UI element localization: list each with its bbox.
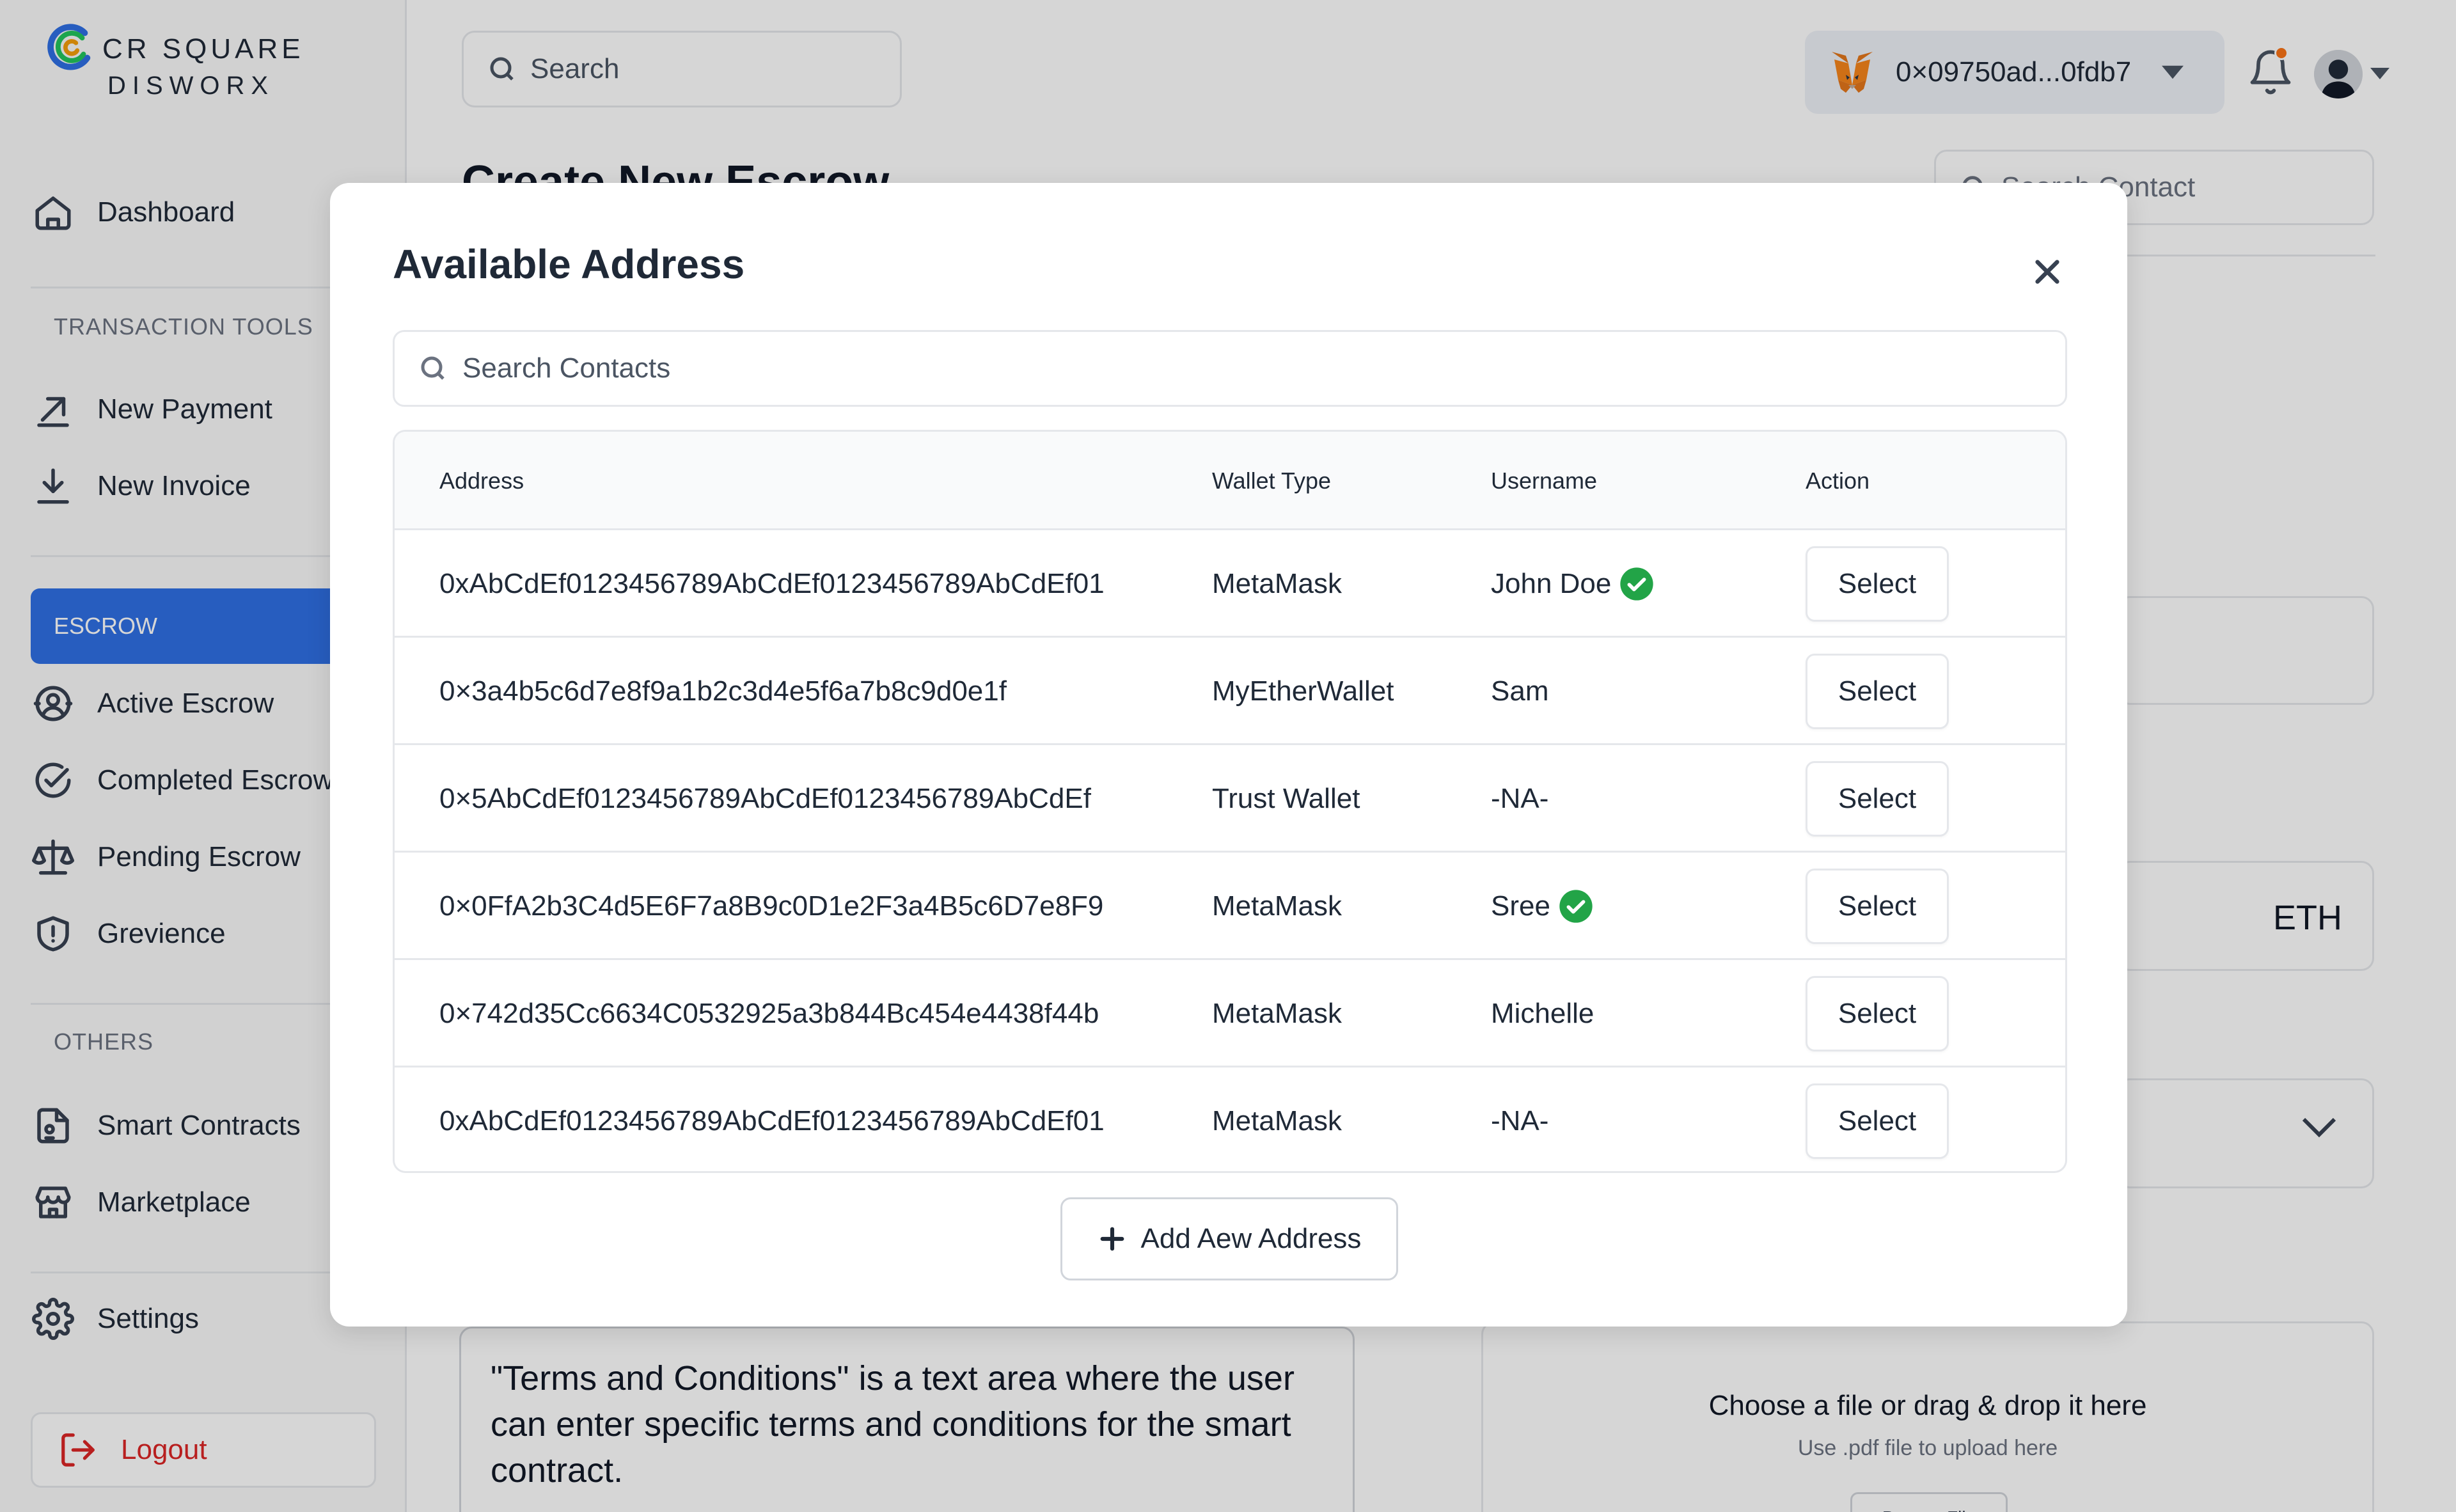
available-address-modal: Available Address Address Wallet Type Us…: [330, 183, 2127, 1327]
add-new-address-label: Add Aew Address: [1140, 1223, 1362, 1254]
username-text: -NA-: [1491, 1105, 1549, 1137]
contacts-search-input[interactable]: [462, 352, 1997, 384]
table-row: 0xAbCdEf0123456789AbCdEf0123456789AbCdEf…: [395, 1067, 2065, 1171]
select-button[interactable]: Select: [1806, 546, 1949, 622]
cell-username: Sam: [1491, 638, 1548, 745]
table-row: 0×742d35Cc6634C0532925a3b844Bc454e4438f4…: [395, 960, 2065, 1067]
cell-wallet-type: MetaMask: [1212, 1105, 1342, 1137]
username-text: -NA-: [1491, 783, 1549, 814]
column-header-action: Action: [1806, 468, 1870, 494]
column-header-address: Address: [439, 468, 524, 494]
select-button[interactable]: Select: [1806, 654, 1949, 729]
cell-username: John Doe: [1491, 530, 1655, 638]
search-icon: [421, 356, 445, 380]
cell-wallet-type: Trust Wallet: [1212, 783, 1360, 814]
table-row: 0×0FfA2b3C4d5E6F7a8B9c0D1e2F3a4B5c6D7e8F…: [395, 853, 2065, 960]
add-new-address-button[interactable]: Add Aew Address: [1060, 1197, 1398, 1280]
cell-action: Select: [1806, 530, 1949, 638]
table-row: 0×5AbCdEf0123456789AbCdEf0123456789AbCdE…: [395, 745, 2065, 853]
cell-address: 0×5AbCdEf0123456789AbCdEf0123456789AbCdE…: [439, 783, 1091, 814]
cell-username: Michelle: [1491, 960, 1594, 1067]
close-icon: [2035, 260, 2059, 284]
table-row: 0xAbCdEf0123456789AbCdEf0123456789AbCdEf…: [395, 530, 2065, 638]
cell-action: Select: [1806, 1067, 1949, 1171]
cell-action: Select: [1806, 745, 1949, 853]
username-text: Sam: [1491, 675, 1549, 707]
cell-address: 0xAbCdEf0123456789AbCdEf0123456789AbCdEf…: [439, 1105, 1105, 1137]
contacts-search[interactable]: [393, 330, 2067, 407]
cell-wallet-type: MyEtherWallet: [1212, 675, 1394, 707]
cell-address: 0×3a4b5c6d7e8f9a1b2c3d4e5f6a7b8c9d0e1f: [439, 675, 1007, 707]
column-header-username: Username: [1491, 468, 1598, 494]
cell-action: Select: [1806, 638, 1949, 745]
modal-title: Available Address: [393, 241, 745, 287]
column-header-wallet-type: Wallet Type: [1212, 468, 1332, 494]
cell-username: -NA-: [1491, 1067, 1549, 1171]
cell-action: Select: [1806, 853, 1949, 960]
verified-check-icon: [1559, 890, 1593, 923]
address-table: Address Wallet Type Username Action 0xAb…: [393, 430, 2067, 1173]
close-button[interactable]: [2025, 249, 2070, 294]
cell-address: 0xAbCdEf0123456789AbCdEf0123456789AbCdEf…: [439, 568, 1105, 599]
select-button[interactable]: Select: [1806, 761, 1949, 837]
username-text: Michelle: [1491, 998, 1594, 1029]
cell-action: Select: [1806, 960, 1949, 1067]
verified-check-icon: [1620, 567, 1654, 601]
cell-address: 0×742d35Cc6634C0532925a3b844Bc454e4438f4…: [439, 998, 1099, 1029]
cell-wallet-type: MetaMask: [1212, 890, 1342, 922]
cell-username: Sree: [1491, 853, 1594, 960]
username-text: John Doe: [1491, 568, 1612, 599]
cell-address: 0×0FfA2b3C4d5E6F7a8B9c0D1e2F3a4B5c6D7e8F…: [439, 890, 1104, 922]
table-header: Address Wallet Type Username Action: [395, 432, 2065, 530]
plus-icon: [1100, 1227, 1124, 1251]
select-button[interactable]: Select: [1806, 976, 1949, 1051]
username-text: Sree: [1491, 890, 1550, 922]
select-button[interactable]: Select: [1806, 1083, 1949, 1159]
table-row: 0×3a4b5c6d7e8f9a1b2c3d4e5f6a7b8c9d0e1f M…: [395, 638, 2065, 745]
select-button[interactable]: Select: [1806, 869, 1949, 944]
cell-wallet-type: MetaMask: [1212, 998, 1342, 1029]
cell-wallet-type: MetaMask: [1212, 568, 1342, 599]
cell-username: -NA-: [1491, 745, 1548, 853]
